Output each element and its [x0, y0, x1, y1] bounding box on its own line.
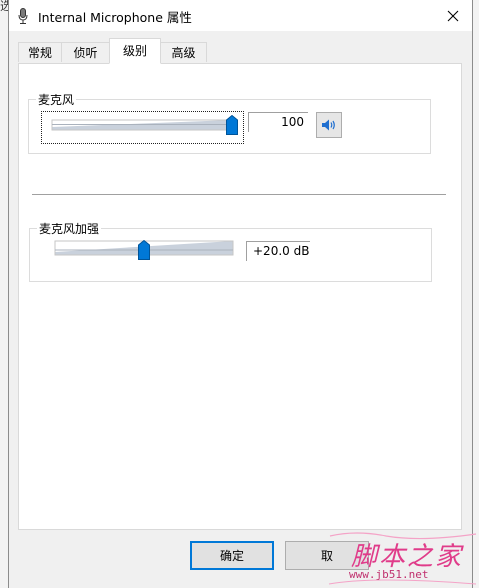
section-divider: [32, 194, 446, 195]
microphone-volume-slider[interactable]: [41, 111, 244, 144]
close-button[interactable]: [433, 0, 472, 31]
tab-listen[interactable]: 侦听: [61, 42, 110, 62]
microphone-level-field[interactable]: 100: [248, 112, 308, 132]
microphone-mute-button[interactable]: [316, 112, 342, 138]
window-title: Internal Microphone 属性: [38, 10, 192, 25]
close-icon: [447, 10, 458, 21]
tab-general[interactable]: 常规: [18, 42, 62, 62]
speaker-icon: [322, 119, 335, 131]
boost-level-field[interactable]: +20.0 dB: [246, 241, 310, 261]
tab-panel-levels: 麦克风 100 麦克风加强 +20.0 dB: [18, 63, 462, 530]
microphone-slider-thumb[interactable]: [226, 115, 238, 135]
microphone-slider-track: [51, 119, 233, 131]
title-bar: Internal Microphone 属性: [9, 0, 472, 31]
tab-advanced[interactable]: 高级: [160, 42, 207, 62]
microphone-icon: [18, 8, 28, 24]
tab-levels[interactable]: 级别: [109, 38, 161, 64]
ok-button[interactable]: 确定: [190, 541, 274, 570]
microphone-group-label: 麦克风: [36, 91, 77, 108]
watermark-url: www.jb51.net: [349, 568, 429, 581]
properties-dialog: Internal Microphone 属性 常规 侦听 级别 高级 麦克风 1…: [8, 0, 473, 588]
boost-slider[interactable]: [45, 235, 235, 265]
boost-slider-thumb[interactable]: [138, 240, 150, 260]
